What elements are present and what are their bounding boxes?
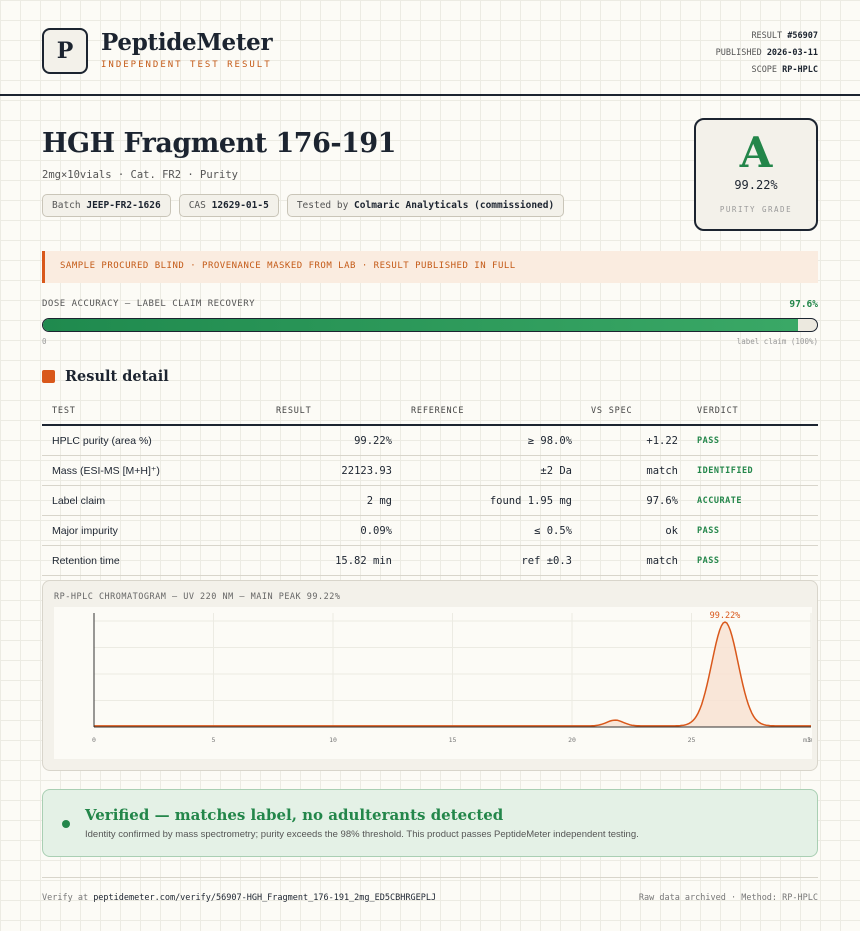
brand-tagline: INDEPENDENT TEST RESULT <box>101 60 272 70</box>
footer-divider <box>42 877 818 878</box>
verdict-badge: PASS <box>697 436 720 446</box>
cell-result: 15.82 min <box>335 555 392 567</box>
verified-dot-icon <box>62 820 70 828</box>
col-test: TEST <box>52 406 76 416</box>
col-reference: REFERENCE <box>411 406 465 416</box>
product-chips: Batch JEEP-FR2-1626 CAS 12629-01-5 Teste… <box>42 194 565 217</box>
tested-by-chip: Tested by Colmaric Analyticals (commissi… <box>286 194 565 217</box>
verdict-badge: PASS <box>697 526 720 536</box>
cell-result: 0.09% <box>360 525 392 537</box>
section-marker <box>42 370 55 383</box>
x-tick-label: 10 <box>329 736 337 744</box>
cell-vs-spec: match <box>646 555 678 567</box>
cell-test: Mass (ESI-MS [M+H]⁺) <box>52 465 160 477</box>
table-header: TEST RESULT REFERENCE VS SPEC VERDICT <box>42 398 818 426</box>
footer-verify: Verify at peptidemeter.com/verify/56907-… <box>42 893 437 903</box>
cell-vs-spec: ok <box>665 525 678 537</box>
cell-reference: ref ±0.3 <box>521 555 572 567</box>
cell-reference: ≤ 0.5% <box>534 525 572 537</box>
cell-test: HPLC purity (area %) <box>52 435 152 447</box>
cell-result: 2 mg <box>366 495 392 507</box>
verdict-badge: PASS <box>697 556 720 566</box>
x-tick-label: 5 <box>212 736 216 744</box>
report-meta: RESULT #56907 PUBLISHED 2026-03-11 SCOPE… <box>716 28 818 79</box>
dose-progress-fill <box>43 319 799 331</box>
cell-vs-spec: match <box>646 465 678 477</box>
x-tick-label: 15 <box>449 736 457 744</box>
dose-accuracy-value: 97.6% <box>789 299 818 310</box>
dose-progress-bar <box>42 318 818 332</box>
verify-link[interactable]: peptidemeter.com/verify/56907-HGH_Fragme… <box>93 893 436 903</box>
dose-accuracy-label: DOSE ACCURACY — LABEL CLAIM RECOVERY <box>42 299 256 309</box>
chromatogram-panel: RP-HPLC CHROMATOGRAM — UV 220 NM — MAIN … <box>42 580 818 771</box>
cell-result: 99.22% <box>354 435 392 447</box>
grade-letter: A <box>739 128 773 177</box>
cell-test: Major impurity <box>52 525 118 537</box>
cell-vs-spec: 97.6% <box>646 495 678 507</box>
cell-test: Retention time <box>52 555 120 567</box>
meta-result: RESULT #56907 <box>751 31 818 41</box>
verified-description: Identity confirmed by mass spectrometry;… <box>85 829 639 840</box>
bar-max-label: label claim (100%) <box>736 337 818 346</box>
brand-name: PeptideMeter <box>101 29 273 56</box>
verified-title: Verified — matches label, no adulterants… <box>85 806 504 824</box>
procurement-notice: SAMPLE PROCURED BLIND · PROVENANCE MASKE… <box>42 251 818 283</box>
meta-scope: SCOPE RP-HPLC <box>751 65 818 75</box>
bar-min-label: 0 <box>42 337 47 346</box>
batch-chip: Batch JEEP-FR2-1626 <box>42 194 171 217</box>
grade-value: 99.22% <box>734 178 778 192</box>
cell-reference: ±2 Da <box>540 465 572 477</box>
col-result: RESULT <box>276 406 312 416</box>
cas-chip: CAS 12629-01-5 <box>178 194 279 217</box>
table-row: HPLC purity (area %) 99.22% ≥ 98.0% +1.2… <box>42 426 818 456</box>
meta-published: PUBLISHED 2026-03-11 <box>715 48 818 58</box>
col-verdict: VERDICT <box>697 406 739 416</box>
x-tick-label: 20 <box>568 736 576 744</box>
chromatogram-plot: 051015202530min99.22% <box>54 607 815 759</box>
col-vs-spec: VS SPEC <box>591 406 633 416</box>
product-title: HGH Fragment 176-191 <box>42 128 396 159</box>
peak-label: 99.22% <box>710 611 741 621</box>
chromatogram-svg: 051015202530min99.22% <box>92 611 815 744</box>
cell-reference: ≥ 98.0% <box>527 435 572 447</box>
chromatogram-title: RP-HPLC CHROMATOGRAM — UV 220 NM — MAIN … <box>54 592 341 602</box>
cell-reference: found 1.95 mg <box>489 495 572 507</box>
verdict-badge: IDENTIFIED <box>697 466 754 476</box>
cell-vs-spec: +1.22 <box>646 435 678 447</box>
product-subtitle: 2mg×10vials · Cat. FR2 · Purity <box>42 169 238 181</box>
table-row: Mass (ESI-MS [M+H]⁺) 22123.93 ±2 Da matc… <box>42 456 818 486</box>
report-header: P PeptideMeter INDEPENDENT TEST RESULT R… <box>0 0 860 96</box>
x-tick-label: 0 <box>92 736 96 744</box>
logo-letter: P <box>56 38 74 64</box>
notice-text: SAMPLE PROCURED BLIND · PROVENANCE MASKE… <box>60 261 516 271</box>
table-row: Label claim 2 mg found 1.95 mg 97.6% ACC… <box>42 486 818 516</box>
table-row: Major impurity 0.09% ≤ 0.5% ok PASS <box>42 516 818 546</box>
cell-test: Label claim <box>52 495 106 507</box>
grade-label: PURITY GRADE <box>719 205 793 214</box>
results-table: TEST RESULT REFERENCE VS SPEC VERDICT HP… <box>42 398 818 576</box>
x-tick-label: 25 <box>688 736 696 744</box>
x-unit-label: min <box>803 736 812 744</box>
table-row: Retention time 15.82 min ref ±0.3 match … <box>42 546 818 576</box>
cell-result: 22123.93 <box>341 465 392 477</box>
verdict-badge: ACCURATE <box>697 496 742 506</box>
verified-banner: Verified — matches label, no adulterants… <box>42 789 818 857</box>
brand-logo: P <box>42 28 88 74</box>
footer-method: Raw data archived · Method: RP-HPLC <box>638 893 818 903</box>
section-title: Result detail <box>65 368 169 385</box>
purity-grade-card: A 99.22% PURITY GRADE <box>694 118 818 231</box>
